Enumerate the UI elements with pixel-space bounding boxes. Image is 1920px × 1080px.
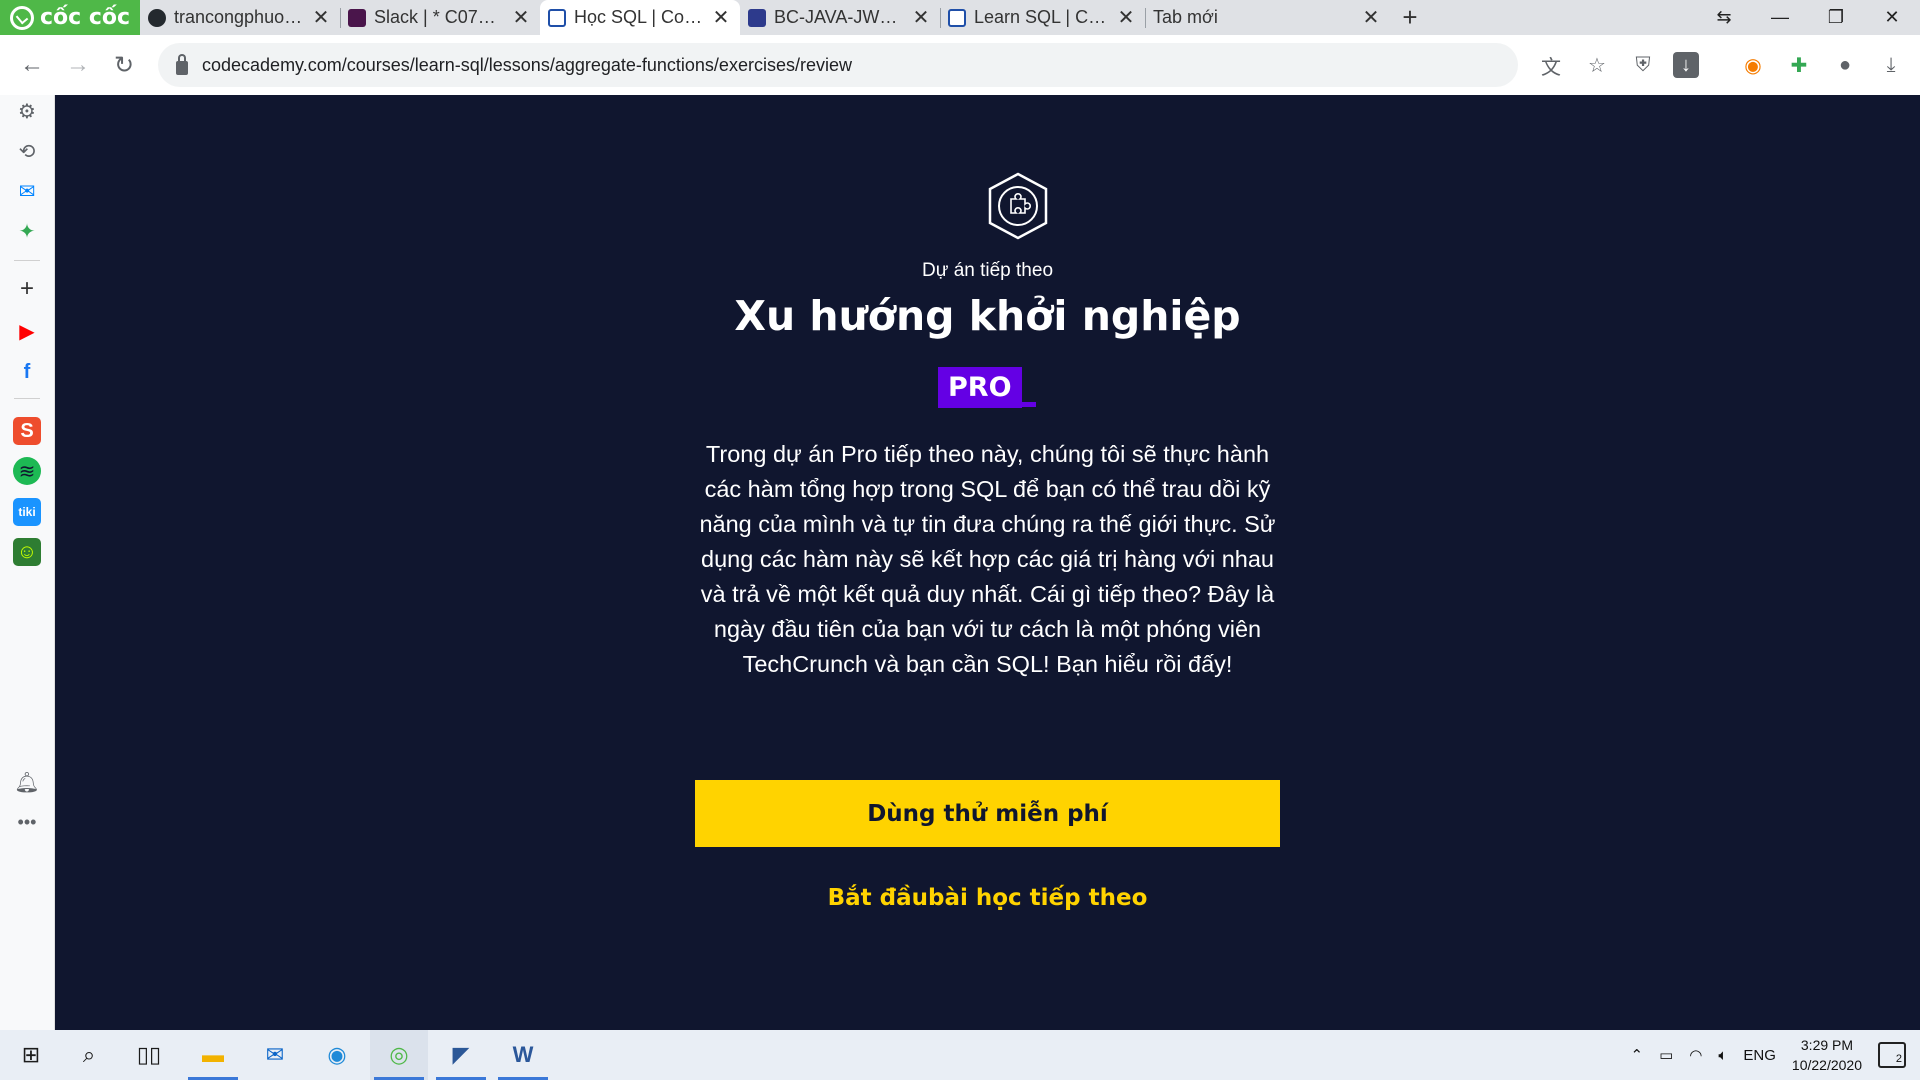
tab-learn-sql[interactable]: Learn SQL | Codecademy ✕ [940,0,1145,35]
volume-icon[interactable]: 🔈︎ [1718,1047,1727,1064]
funky-game-icon[interactable]: ☺ [13,538,41,566]
restore-button[interactable]: ❐ [1808,0,1864,35]
minimize-button[interactable]: — [1752,0,1808,35]
pro-badge-cursor [1020,402,1036,407]
close-icon[interactable]: ✕ [312,8,330,28]
tab-title: Learn SQL | Codecademy [974,7,1109,27]
windows-taskbar: ⊞ ⌕ ▯▯ ▬ ✉ ◉ ◎ ◤ W ⌃ ▭ ◠ 🔈︎ ENG 3:29 PM … [0,1030,1920,1080]
tab-title: BC-JAVA-JWBD: [Thực [774,7,904,27]
translate-icon[interactable]: 文 [1535,49,1567,81]
address-toolbar: ← → ↻ codecademy.com/courses/learn-sql/l… [0,35,1920,95]
tab-title: Slack | * C0720G1-Trần [374,7,504,27]
brand-label: cốc cốc [40,5,131,30]
close-icon[interactable]: ✕ [712,8,730,28]
tab-title: trancongphuoc / C0720 [174,7,304,27]
address-bar[interactable]: codecademy.com/courses/learn-sql/lessons… [158,43,1518,87]
more-icon[interactable]: ••• [13,808,41,836]
extension-area: ◉ ✚ ● ⤓ [1736,35,1908,95]
task-view-icon[interactable]: ▯▯ [120,1030,178,1080]
downloads-icon[interactable]: ⤓ [1874,48,1908,82]
close-icon[interactable]: ✕ [512,8,530,28]
lock-icon[interactable] [176,53,188,75]
extensions-puzzle-icon[interactable]: ✚ [1782,48,1816,82]
edge-icon[interactable]: ◉ [308,1030,366,1080]
windows-start-icon[interactable]: ⊞ [2,1030,60,1080]
tab-search-icon[interactable]: ⇆ [1696,0,1752,35]
history-icon[interactable]: ⟲ [13,137,41,165]
tiki-icon[interactable]: tiki [13,498,41,526]
coccoc-taskbar-icon[interactable]: ◎ [370,1030,428,1080]
game-icon[interactable]: ✦ [13,217,41,245]
profile-avatar-icon[interactable]: ● [1828,48,1862,82]
reload-button[interactable]: ↻ [102,43,146,87]
back-button[interactable]: ← [10,43,54,87]
new-tab-button[interactable]: + [1390,0,1430,35]
slack-icon [348,8,366,27]
sql-app-icon[interactable]: ◤ [432,1030,490,1080]
tab-slack[interactable]: Slack | * C0720G1-Trần ✕ [340,0,540,35]
tab-title: Học SQL | Codecademy [574,7,704,27]
coccoc-extension-icon[interactable]: ◉ [1736,48,1770,82]
project-description: Trong dự án Pro tiếp theo này, chúng tôi… [699,441,1276,677]
shopee-icon[interactable]: S [13,417,41,445]
messenger-icon[interactable]: ✉ [13,177,41,205]
sidebar-divider [14,260,40,261]
youtube-icon[interactable]: ▶ [13,317,41,345]
clock-date: 10/22/2020 [1791,1057,1862,1073]
wifi-icon[interactable]: ◠ [1689,1046,1702,1064]
search-icon[interactable]: ⌕ [60,1030,118,1080]
project-title: Xu hướng khởi nghiệp [734,292,1241,340]
next-project-kicker: Dự án tiếp theo [921,260,1054,281]
github-icon [148,8,166,27]
tab-strip: cốc cốc trancongphuoc / C0720 ✕ Slack | … [0,0,1920,35]
facebook-icon[interactable]: f [13,358,41,386]
download-page-icon[interactable]: ↓ [1673,52,1699,78]
clock-time: 3:29 PM [1800,1037,1854,1053]
pro-badge: PRO [938,367,1022,408]
bookmark-star-icon[interactable]: ☆ [1581,49,1613,81]
close-icon[interactable]: ✕ [1117,8,1135,28]
window-controls: ⇆ — ❐ ✕ [1696,0,1920,35]
system-tray: ⌃ ▭ ◠ 🔈︎ ENG 3:29 PM 10/22/2020 2 [1631,1030,1920,1080]
coccoc-logo-icon [10,5,34,30]
notification-bell-icon[interactable]: 🔔︎ [13,768,41,796]
omnibox-actions: 文 ☆ ⛨ ↓ [1535,35,1699,95]
tab-github[interactable]: trancongphuoc / C0720 ✕ [140,0,340,35]
tab-title: Tab mới [1153,7,1218,27]
tab-codegym[interactable]: BC-JAVA-JWBD: [Thực ✕ [740,0,940,35]
codegym-icon [748,8,766,27]
action-center-icon[interactable]: 2 [1878,1042,1906,1068]
review-panel: Dự án tiếp theo Xu hướng khởi nghiệp PRO… [55,95,1920,1030]
tab-new[interactable]: Tab mới ✕ [1145,0,1390,35]
codecademy-icon [948,8,966,27]
close-icon[interactable]: ✕ [912,8,930,28]
codecademy-icon [548,8,566,27]
url-text[interactable]: codecademy.com/courses/learn-sql/lessons… [202,55,852,76]
notification-count: 2 [1895,1053,1902,1065]
tab-codecademy-active[interactable]: Học SQL | Codecademy ✕ [540,0,740,35]
close-icon[interactable]: ✕ [1362,8,1380,28]
browser-sidebar: ⚙ ⟲ ✉ ✦ + ▶ f S ≋ tiki ☺ 🔔︎ ••• [0,95,55,1030]
adblock-icon[interactable]: ⛨ [1627,49,1659,81]
file-explorer-icon[interactable]: ▬ [184,1030,242,1080]
start-next-lesson-link[interactable]: Bắt đầubài học tiếp theo [55,885,1920,911]
forward-button[interactable]: → [56,43,100,87]
settings-icon[interactable]: ⚙ [13,97,41,125]
coccoc-menu-button[interactable]: cốc cốc [0,0,140,35]
add-icon[interactable]: + [13,275,41,303]
clock[interactable]: 3:29 PM 10/22/2020 [1792,1035,1862,1075]
puzzle-project-icon [988,172,1048,240]
spotify-icon[interactable]: ≋ [13,457,41,485]
sidebar-divider [14,398,40,399]
battery-icon[interactable]: ▭ [1659,1046,1673,1064]
mail-icon[interactable]: ✉ [246,1030,304,1080]
close-window-button[interactable]: ✕ [1864,0,1920,35]
language-indicator[interactable]: ENG [1743,1047,1776,1064]
show-hidden-icons[interactable]: ⌃ [1631,1046,1644,1064]
free-trial-button[interactable]: Dùng thử miễn phí [695,780,1280,847]
word-icon[interactable]: W [494,1030,552,1080]
